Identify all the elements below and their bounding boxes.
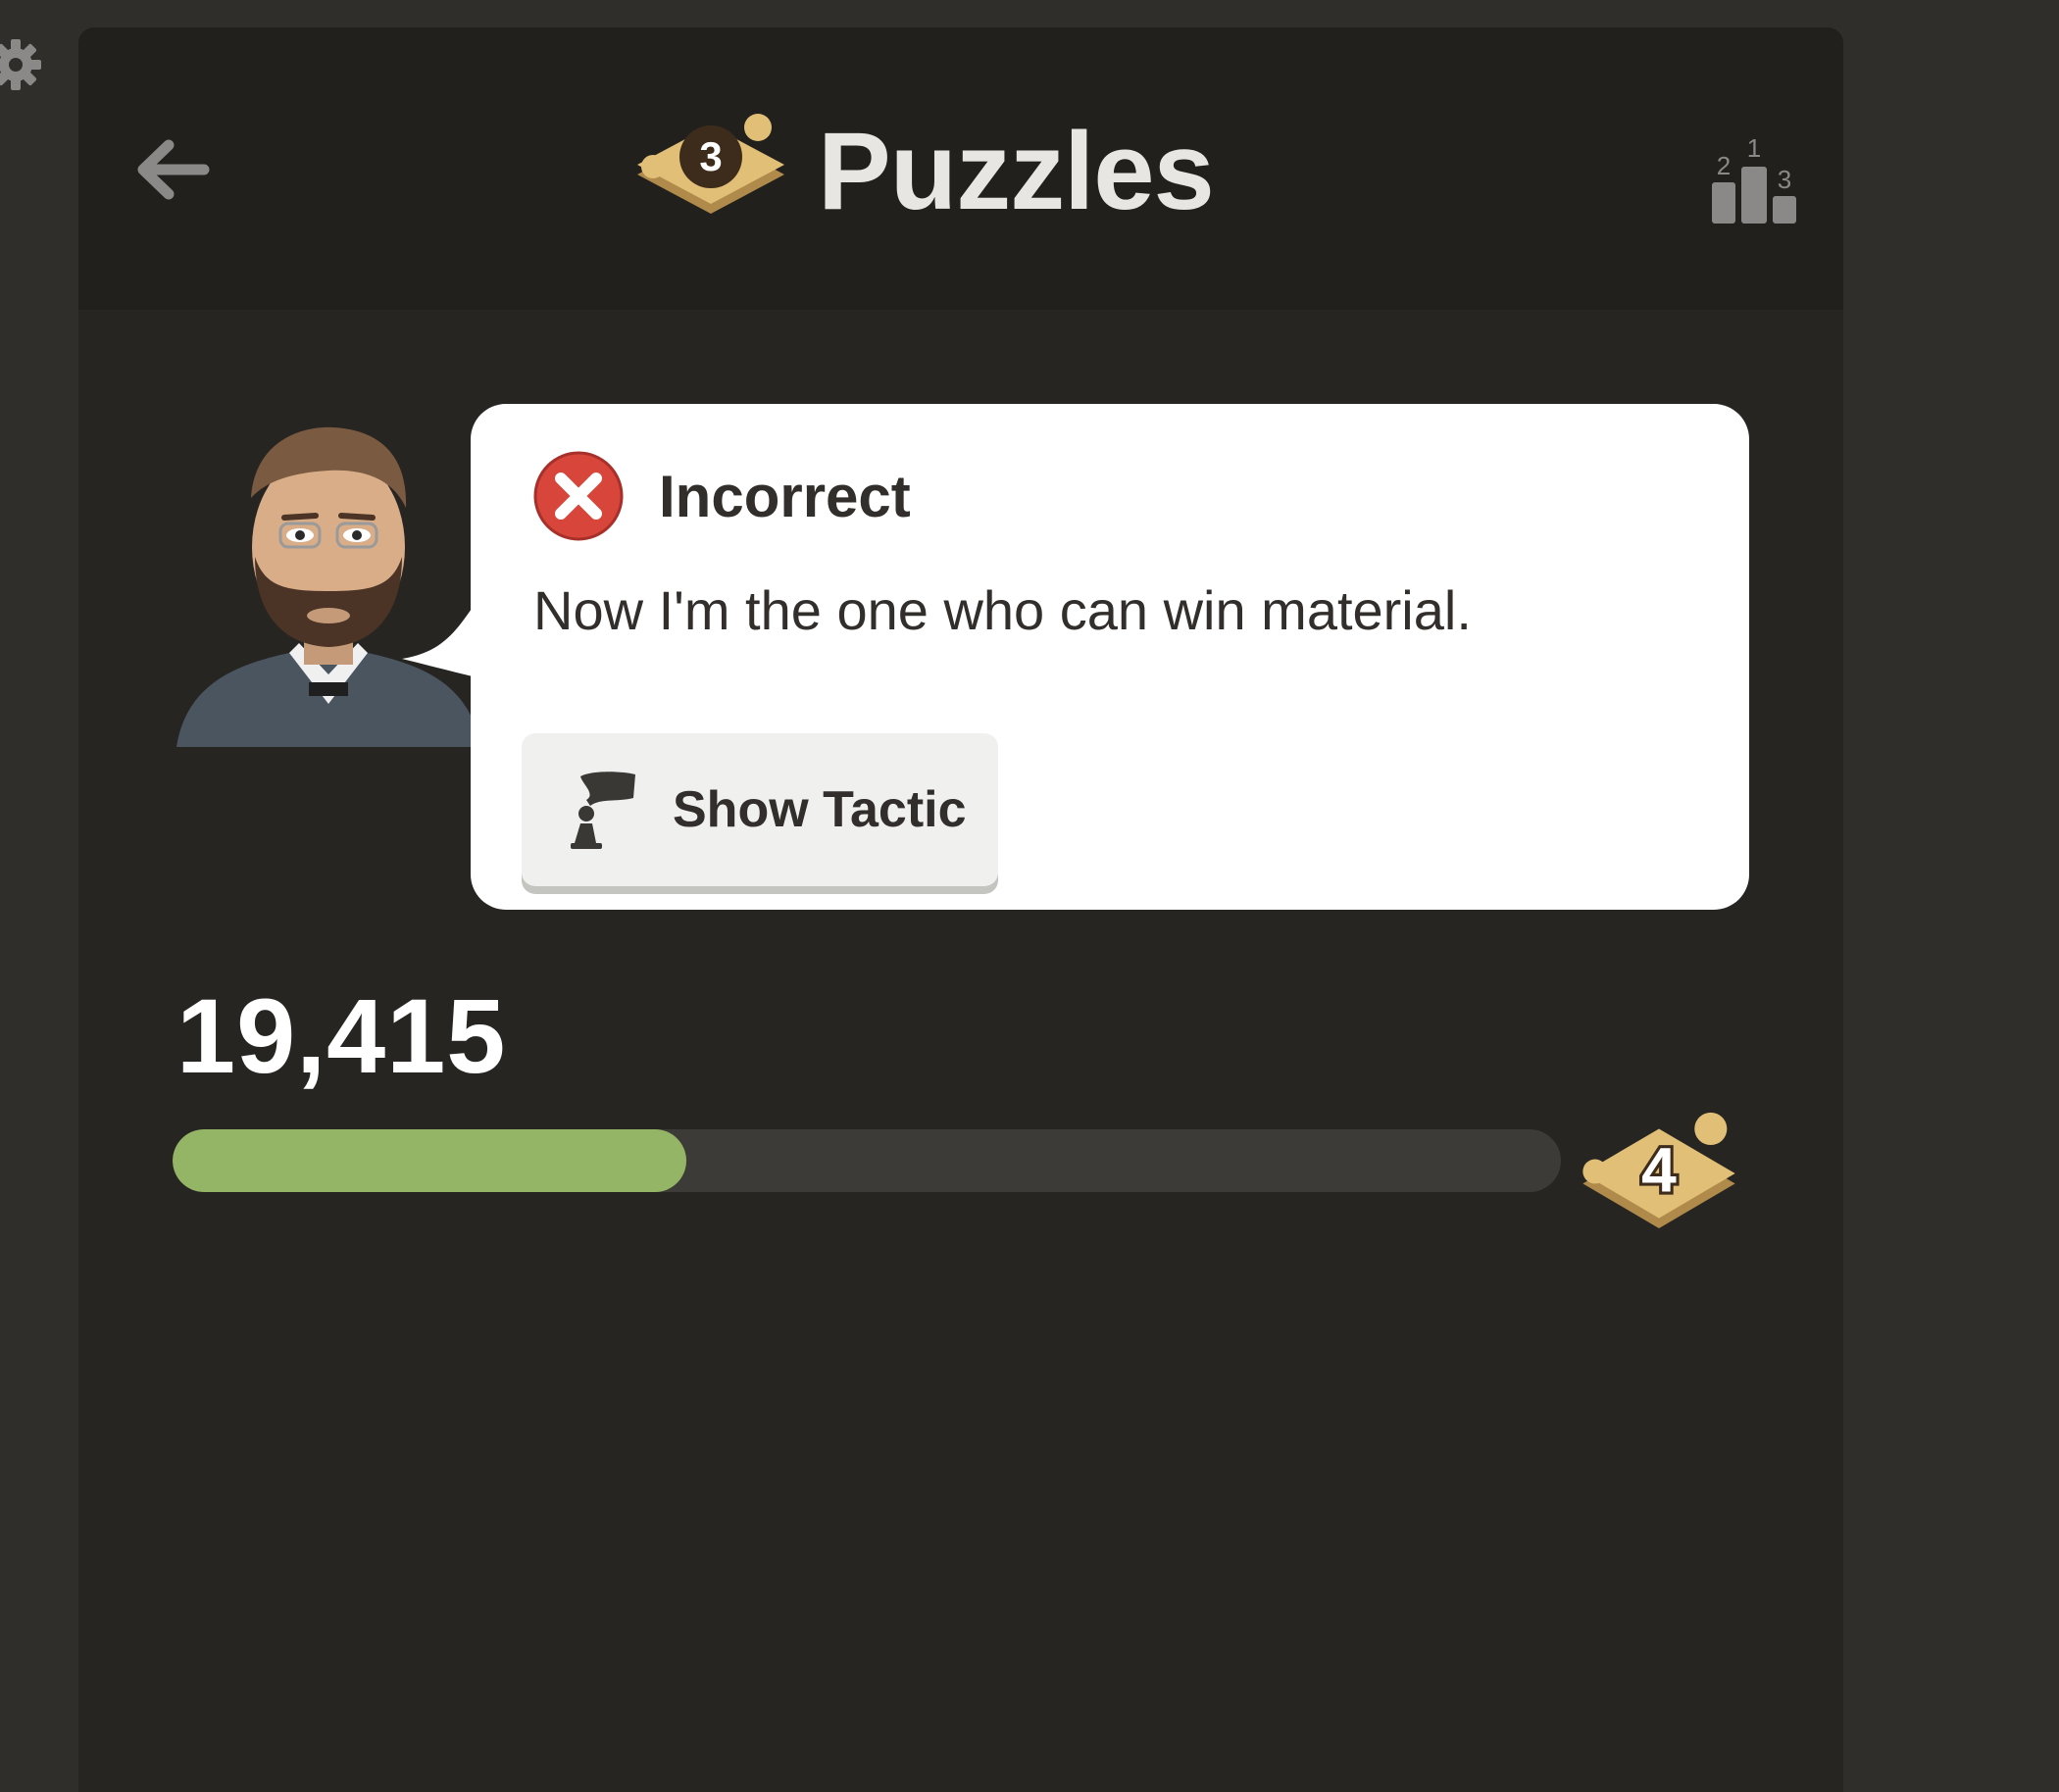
show-tactic-button[interactable]: Show Tactic: [522, 733, 998, 886]
leaderboard-icon[interactable]: 1 2 3: [1706, 118, 1804, 235]
puzzle-level-badge-icon: 3: [637, 114, 784, 214]
puzzle-score: 19,415: [176, 976, 507, 1095]
next-level-badge-icon: 4: [1582, 1112, 1735, 1228]
feedback-bubble: Incorrect Now I'm the one who can win ma…: [471, 404, 1749, 910]
tactic-hint-icon: [571, 772, 635, 849]
rank-1-label: 1: [1747, 133, 1761, 163]
feedback-status-row: Incorrect: [533, 451, 911, 541]
gear-icon[interactable]: [0, 35, 45, 94]
page-title-group: 3 Puzzles: [628, 88, 1215, 255]
feedback-status-label: Incorrect: [659, 463, 911, 529]
level-progress-fill: [173, 1129, 686, 1192]
page-title: Puzzles: [818, 110, 1215, 232]
panel-header: 3 Puzzles 1 2 3: [78, 27, 1843, 310]
level-badge-number: 3: [699, 133, 722, 179]
puzzles-panel: 3 Puzzles 1 2 3 Incorrect Now I'm the on…: [78, 27, 1843, 1792]
level-progress-bar: [173, 1129, 1561, 1192]
arrow-left-icon[interactable]: [127, 125, 216, 214]
show-tactic-label: Show Tactic: [673, 781, 967, 838]
rank-3-label: 3: [1778, 165, 1791, 194]
rank-2-label: 2: [1717, 151, 1731, 180]
next-level-number: 4: [1641, 1135, 1677, 1206]
feedback-message: Now I'm the one who can win material.: [533, 579, 1472, 641]
x-circle-icon: [533, 451, 624, 541]
